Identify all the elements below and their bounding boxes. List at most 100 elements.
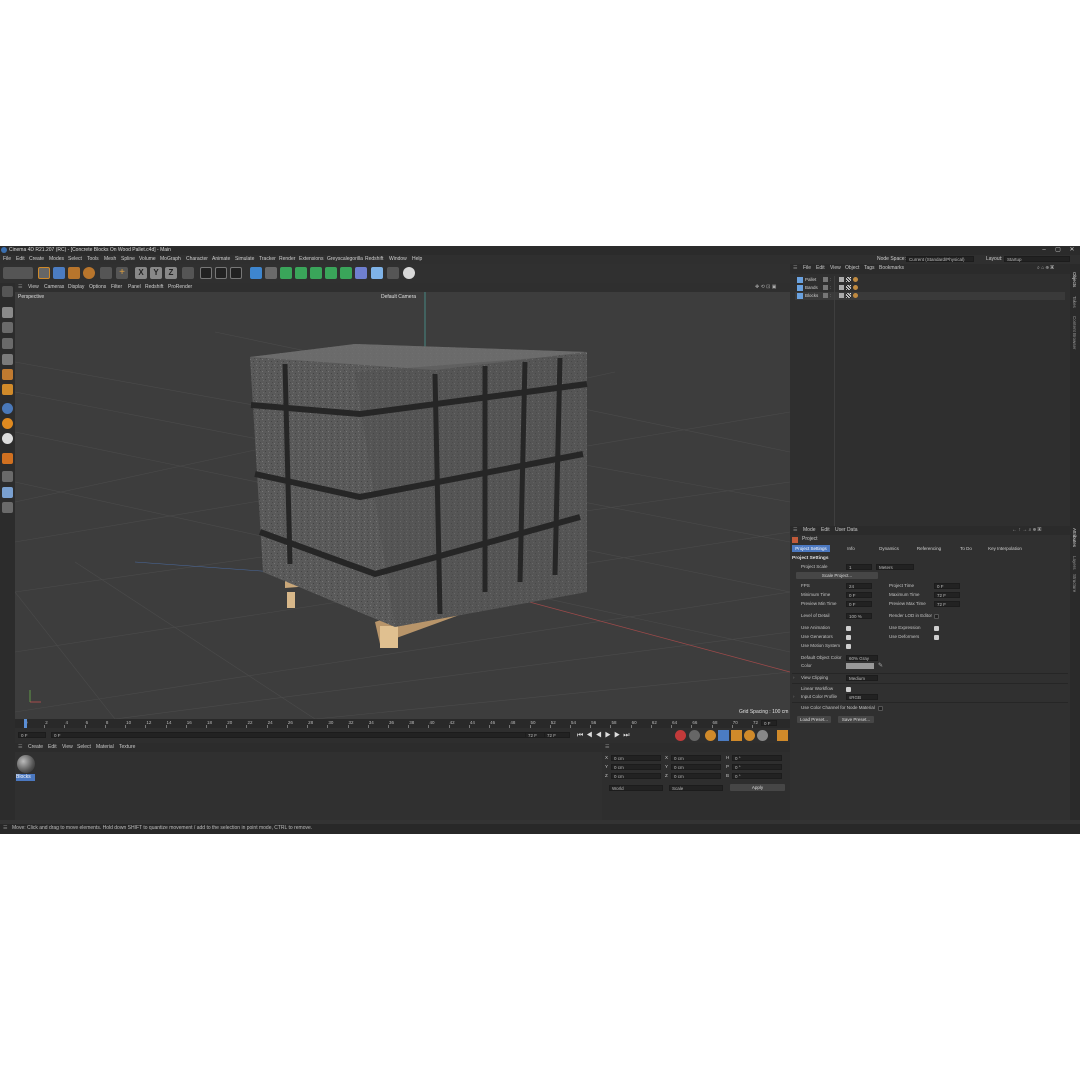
close-button[interactable]: ✕ <box>1065 246 1079 255</box>
menu-greyscalegorilla[interactable]: Greyscalegorilla <box>327 256 363 262</box>
viewport-menu-view[interactable]: View <box>28 284 39 290</box>
coordinate-value-field[interactable]: 0 cm <box>611 764 661 770</box>
key-parameter-icon[interactable] <box>757 730 768 741</box>
object-menu-view[interactable]: View <box>830 265 841 272</box>
viewport-menu-filter[interactable]: Filter <box>111 284 122 290</box>
material-menu-material[interactable]: Material <box>96 744 114 751</box>
recent-tools-icon[interactable] <box>100 267 112 279</box>
layout-dropdown[interactable]: Startup <box>1004 256 1070 262</box>
use-color-channel-checkbox[interactable] <box>878 706 883 711</box>
uv-tag-icon[interactable] <box>846 277 851 282</box>
object-menu-object[interactable]: Object <box>845 265 859 272</box>
camera-label[interactable]: Default Camera <box>381 294 416 301</box>
render-settings-icon[interactable] <box>230 267 242 279</box>
menu-file[interactable]: File <box>3 256 11 262</box>
menu-simulate[interactable]: Simulate <box>235 256 254 262</box>
phong-tag-icon[interactable] <box>839 293 844 298</box>
render-view-icon[interactable] <box>200 267 212 279</box>
side-tab-layers[interactable]: Layers <box>1071 556 1078 570</box>
material-menu-handle-icon[interactable]: ☰ <box>18 744 22 751</box>
preview-min-time-field[interactable]: 0 F <box>846 601 872 607</box>
menu-mesh[interactable]: Mesh <box>104 256 116 262</box>
linear-workflow-checkbox[interactable] <box>846 687 851 692</box>
coordinate-menu-handle-icon[interactable]: ☰ <box>605 744 609 751</box>
material-menu-create[interactable]: Create <box>28 744 43 751</box>
snap-icon[interactable] <box>2 418 13 429</box>
move-tool-icon[interactable] <box>53 267 65 279</box>
maximize-button[interactable]: ▢ <box>1051 246 1065 255</box>
menu-tools[interactable]: Tools <box>87 256 99 262</box>
save-preset-button[interactable]: Save Preset... <box>838 716 874 723</box>
subdivision-surface-icon[interactable] <box>280 267 292 279</box>
undo-redo-icon[interactable] <box>3 267 33 279</box>
menu-extensions[interactable]: Extensions <box>299 256 323 262</box>
project-scale-field[interactable]: 1 <box>846 564 872 570</box>
object-menu-handle-icon[interactable]: ☰ <box>793 265 797 272</box>
floor-icon[interactable] <box>371 267 383 279</box>
status-menu-icon[interactable]: ☰ <box>3 825 7 831</box>
object-name[interactable]: Pallet <box>805 276 816 284</box>
default-object-color-dropdown[interactable]: 60% Gray <box>846 655 878 661</box>
uv-tag-icon[interactable] <box>846 293 851 298</box>
eyedropper-icon[interactable]: ✎ <box>878 662 883 669</box>
3d-viewport[interactable]: Perspective Default Camera Grid Spacing … <box>15 292 790 719</box>
scale-project-button[interactable]: Scale Project... <box>796 572 878 579</box>
color-swatch[interactable] <box>846 663 874 669</box>
menu-modes[interactable]: Modes <box>49 256 64 262</box>
attribute-menu-mode[interactable]: Mode <box>803 527 816 534</box>
menu-render[interactable]: Render <box>279 256 295 262</box>
timeline-window-icon[interactable] <box>777 730 788 741</box>
coordinate-value-field[interactable]: 0 cm <box>671 755 721 761</box>
viewport-navigation-icon[interactable]: ✥ ⟲ ⊡ ▣ <box>755 284 776 290</box>
solo-icon[interactable] <box>2 471 13 482</box>
menu-help[interactable]: Help <box>412 256 422 262</box>
menu-create[interactable]: Create <box>29 256 44 262</box>
preview-start-field[interactable]: 0 F <box>51 732 537 738</box>
rotate-tool-icon[interactable] <box>83 267 95 279</box>
live-selection-icon[interactable] <box>38 267 50 279</box>
material-name[interactable]: Blocks <box>16 774 35 781</box>
tab-referencing[interactable]: Referencing <box>908 545 950 552</box>
render-picture-viewer-icon[interactable] <box>215 267 227 279</box>
viewport-menu-prorender[interactable]: ProRender <box>168 284 192 290</box>
lock-x-axis-button[interactable]: X <box>135 267 147 279</box>
light-icon[interactable] <box>403 267 415 279</box>
attribute-menu-handle-icon[interactable]: ☰ <box>793 527 797 534</box>
camera-icon[interactable] <box>387 267 399 279</box>
model-mode-icon[interactable] <box>2 307 13 318</box>
field-icon[interactable] <box>355 267 367 279</box>
object-row-blocks[interactable]: Blocks ⁚ <box>795 292 1065 300</box>
coordinate-value-field[interactable]: 0 ° <box>732 755 782 761</box>
view-clipping-expand-icon[interactable]: › <box>793 675 795 681</box>
menu-select[interactable]: Select <box>68 256 82 262</box>
material-menu-edit[interactable]: Edit <box>48 744 57 751</box>
polygons-mode-icon[interactable] <box>2 384 13 395</box>
menu-edit[interactable]: Edit <box>16 256 25 262</box>
material-tag-icon[interactable] <box>853 293 858 298</box>
locked-workplane-icon[interactable] <box>2 502 13 513</box>
start-frame-field[interactable]: 0 F <box>18 732 46 738</box>
material-menu-select[interactable]: Select <box>77 744 91 751</box>
coordinate-mode-dropdown[interactable]: World <box>609 785 663 791</box>
menu-animate[interactable]: Animate <box>212 256 230 262</box>
playhead-marker[interactable] <box>24 719 27 728</box>
tab-to-do[interactable]: To Do <box>950 545 982 552</box>
material-menu-texture[interactable]: Texture <box>119 744 135 751</box>
coordinate-size-mode-dropdown[interactable]: Scale <box>669 785 723 791</box>
effector-icon[interactable] <box>340 267 352 279</box>
material-tag-icon[interactable] <box>853 285 858 290</box>
use-animation-checkbox[interactable] <box>846 626 851 631</box>
viewport-menu-cameras[interactable]: Cameras <box>44 284 64 290</box>
tab-dynamics[interactable]: Dynamics <box>870 545 908 552</box>
menu-redshift[interactable]: Redshift <box>365 256 383 262</box>
soft-selection-icon[interactable] <box>2 433 13 444</box>
level-of-detail-field[interactable]: 100 % <box>846 613 872 619</box>
tweak-mode-icon[interactable] <box>2 453 13 464</box>
key-position-icon[interactable] <box>718 730 729 741</box>
key-scale-icon[interactable] <box>731 730 742 741</box>
menu-mograph[interactable]: MoGraph <box>160 256 181 262</box>
minimize-button[interactable]: – <box>1037 246 1051 255</box>
object-menu-bookmarks[interactable]: Bookmarks <box>879 265 904 272</box>
enable-axis-icon[interactable] <box>2 403 13 414</box>
side-tab-content-browser[interactable]: Content Browser <box>1071 316 1078 350</box>
